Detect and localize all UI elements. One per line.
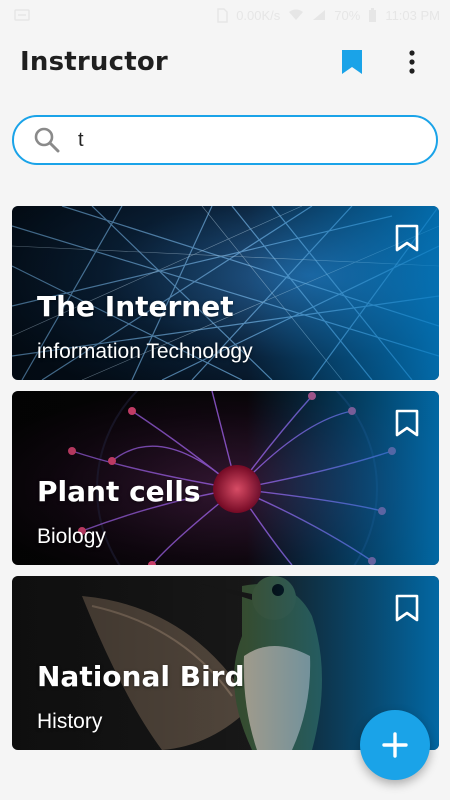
battery-icon: [369, 7, 377, 22]
card-title: Plant cells: [37, 475, 201, 508]
add-topic-button[interactable]: [360, 710, 430, 780]
status-bar: 0.00K/s 70% 11:03 PM: [0, 0, 450, 30]
card-subtitle: Biology: [37, 525, 106, 548]
bookmark-outline-icon[interactable]: [395, 224, 419, 252]
topic-card[interactable]: Plant cells Biology: [12, 391, 439, 565]
bookmark-outline-icon[interactable]: [395, 594, 419, 622]
sim-icon: [217, 7, 228, 23]
card-subtitle: information Technology: [37, 340, 253, 363]
search-icon: [34, 127, 60, 153]
app-title: Instructor: [20, 47, 168, 77]
topic-card[interactable]: The Internet information Technology: [12, 206, 439, 380]
signal-icon: [313, 10, 326, 20]
card-title: The Internet: [37, 290, 234, 323]
wifi-icon: [289, 9, 304, 20]
search-input[interactable]: [78, 128, 398, 152]
more-vert-icon: [409, 50, 415, 74]
status-left: [14, 8, 30, 22]
clock: 11:03 PM: [385, 7, 440, 23]
plus-icon: [382, 732, 408, 758]
app-bar: Instructor: [0, 30, 450, 94]
overflow-menu-button[interactable]: [392, 42, 432, 82]
card-title: National Bird: [37, 660, 245, 693]
notification-icon: [14, 9, 30, 21]
saved-bookmarks-button[interactable]: [332, 42, 372, 82]
bookmark-icon: [342, 50, 362, 74]
status-right: 0.00K/s 70% 11:03 PM: [216, 7, 440, 23]
bookmark-outline-icon[interactable]: [395, 409, 419, 437]
search-bar[interactable]: [12, 115, 438, 165]
battery-level: 70%: [334, 7, 361, 23]
net-speed: 0.00K/s: [236, 7, 281, 23]
card-subtitle: History: [37, 710, 103, 733]
